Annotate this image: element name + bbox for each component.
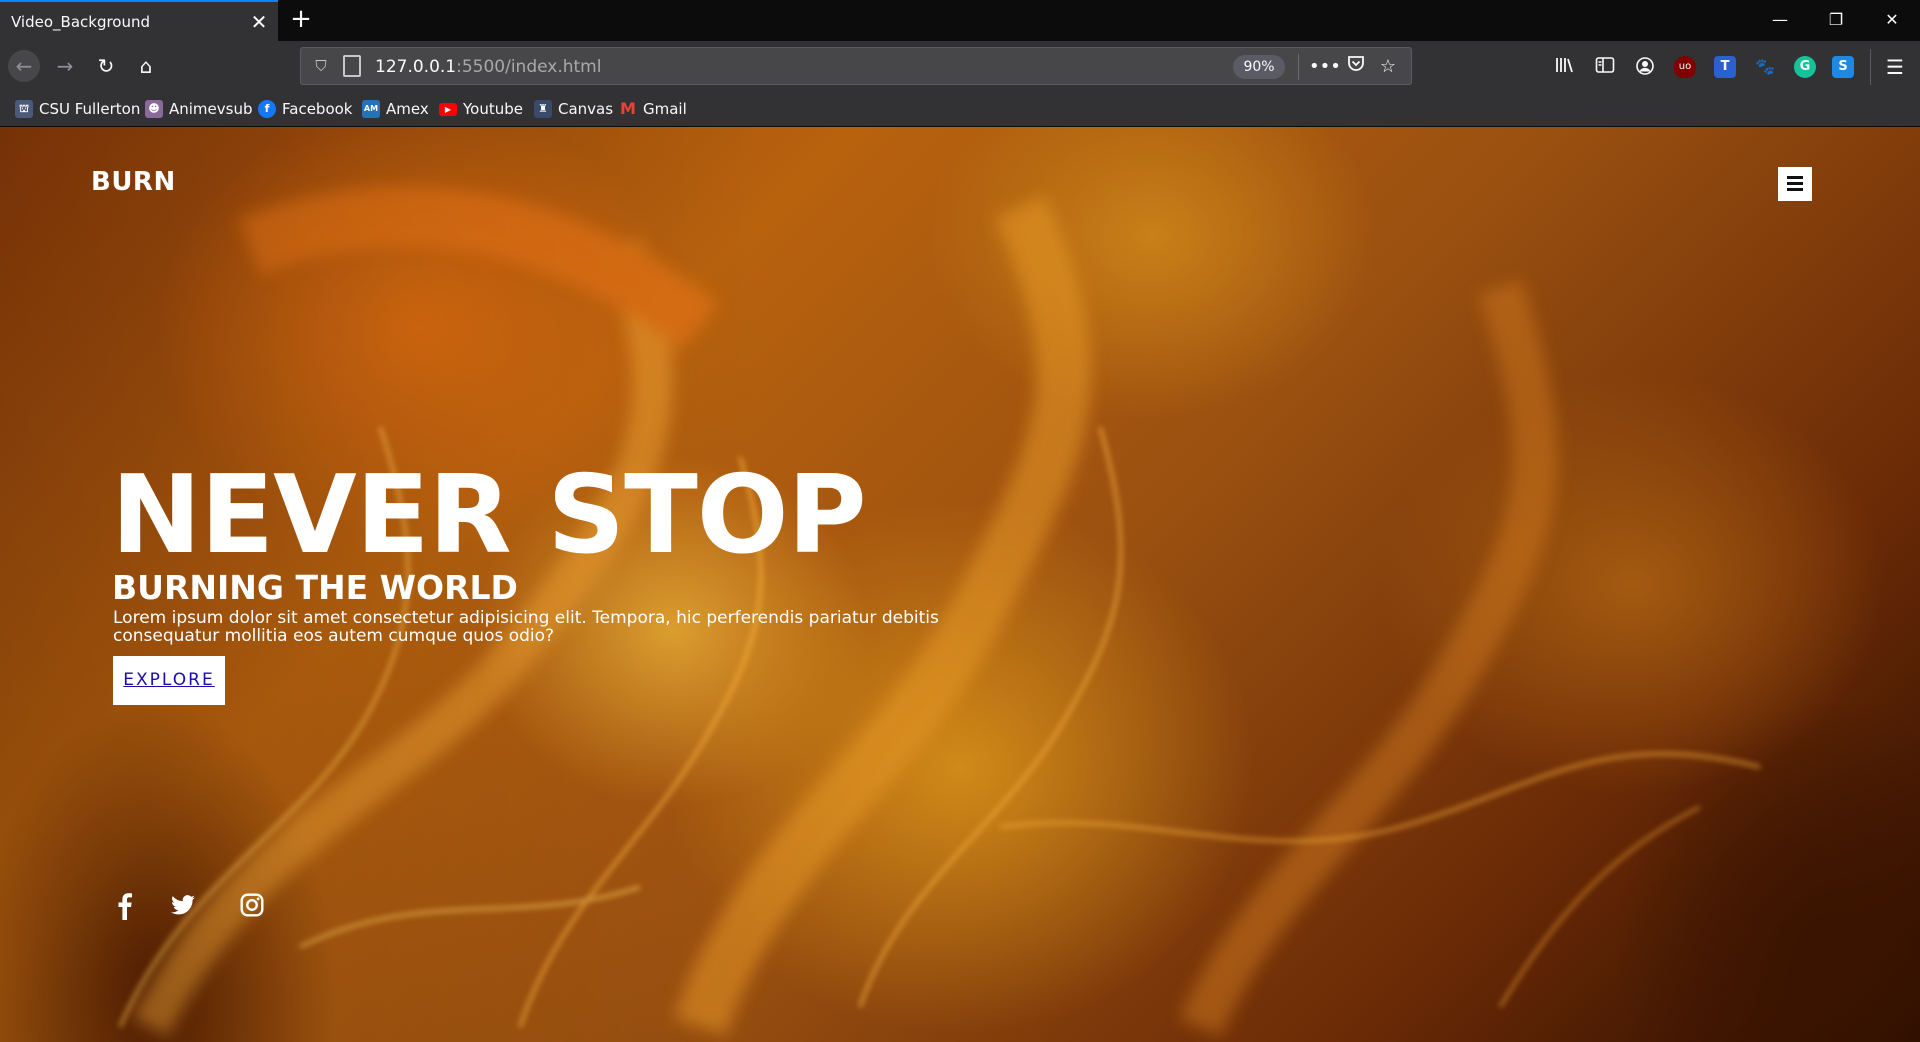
grammarly-icon[interactable]: G [1794, 56, 1816, 78]
bookmark-label: CSU Fullerton [39, 100, 141, 118]
bookmark-facebook[interactable]: f Facebook [258, 99, 352, 119]
home-icon[interactable]: ⌂ [130, 50, 162, 82]
pocket-icon[interactable] [1343, 54, 1369, 80]
hero-subtitle: BURNING THE WORLD [112, 568, 518, 607]
bookmark-label: Animevsub [169, 100, 253, 118]
zoom-level-badge[interactable]: 90% [1233, 55, 1285, 79]
bookmark-label: Amex [386, 100, 429, 118]
bookmark-label: Gmail [643, 100, 687, 118]
explore-button[interactable]: EXPLORE [113, 656, 225, 705]
facebook-icon[interactable] [113, 892, 141, 920]
extension-shield-icon[interactable]: T [1714, 56, 1736, 78]
menu-bar [1787, 176, 1803, 179]
menu-bar [1787, 182, 1803, 185]
reload-icon[interactable]: ↻ [90, 50, 122, 82]
bookmark-label: Canvas [558, 100, 614, 118]
account-icon[interactable] [1634, 56, 1656, 78]
instagram-icon[interactable] [239, 892, 267, 920]
minimize-icon[interactable]: — [1760, 4, 1800, 36]
bookmark-canvas[interactable]: ♜ Canvas [534, 99, 613, 119]
facebook-icon: f [258, 100, 276, 118]
youtube-icon: ▶ [439, 102, 457, 116]
page-actions-icon[interactable]: ••• [1309, 54, 1341, 80]
canvas-icon: ♜ [534, 100, 552, 118]
hamburger-menu-icon[interactable]: ☰ [1884, 56, 1906, 78]
page-viewport: BURN NEVER STOP BURNING THE WORLD Lorem … [0, 127, 1920, 1042]
bookmark-youtube[interactable]: ▶ Youtube [439, 99, 523, 119]
ublock-icon[interactable]: uo [1674, 56, 1696, 78]
amex-icon: AM [362, 100, 380, 118]
tab-bar: Video_Background ✕ + — ❐ ✕ [0, 0, 1920, 41]
menu-bar [1787, 188, 1803, 191]
extension-s-icon[interactable]: S [1832, 56, 1854, 78]
url-text[interactable]: 127.0.0.1:5500/index.html [375, 57, 601, 77]
gmail-icon: M [620, 99, 636, 118]
animevsub-icon: ☻ [145, 100, 163, 118]
bookmarks-toolbar: ⛫ CSU Fullerton ☻ Animevsub f Facebook A… [0, 91, 1920, 127]
toolbar-separator [1870, 49, 1871, 85]
bookmark-amex[interactable]: AM Amex [362, 99, 429, 119]
page-info-icon[interactable] [343, 55, 361, 77]
tab-title: Video_Background [11, 13, 151, 31]
tracking-shield-icon[interactable]: ⛉ [311, 56, 331, 76]
forward-icon[interactable]: → [49, 50, 81, 82]
url-bar[interactable]: ⛉ 127.0.0.1:5500/index.html 90% ••• ☆ [300, 47, 1412, 85]
bookmark-animevsub[interactable]: ☻ Animevsub [145, 99, 253, 119]
hero-title: NEVER STOP [111, 453, 867, 578]
url-host: 127.0.0.1 [375, 57, 457, 77]
bookmark-star-icon[interactable]: ☆ [1375, 54, 1401, 80]
library-icon[interactable] [1554, 56, 1576, 78]
bookmark-csu-fullerton[interactable]: ⛫ CSU Fullerton [15, 99, 140, 119]
window-close-icon[interactable]: ✕ [1872, 4, 1912, 36]
sidebar-icon[interactable] [1594, 56, 1616, 78]
bookmark-gmail[interactable]: M Gmail [619, 99, 687, 119]
restore-icon[interactable]: ❐ [1816, 4, 1856, 36]
csuf-icon: ⛫ [15, 100, 33, 118]
url-separator [1298, 54, 1299, 80]
active-tab[interactable]: Video_Background ✕ [0, 0, 278, 41]
hero-description: Lorem ipsum dolor sit amet consectetur a… [113, 608, 939, 646]
new-tab-icon[interactable]: + [287, 6, 315, 34]
bookmark-label: Facebook [282, 100, 353, 118]
navigation-toolbar: ← → ↻ ⌂ ⛉ 127.0.0.1:5500/index.html 90% … [0, 41, 1920, 91]
back-icon[interactable]: ← [8, 50, 40, 82]
site-logo[interactable]: BURN [91, 167, 176, 197]
twitter-icon[interactable] [170, 892, 198, 920]
url-path: :5500/index.html [456, 57, 602, 77]
menu-toggle-button[interactable] [1778, 167, 1812, 201]
bookmark-label: Youtube [463, 100, 523, 118]
extension-cat-icon[interactable]: 🐾 [1754, 56, 1776, 78]
close-tab-icon[interactable]: ✕ [247, 10, 271, 34]
